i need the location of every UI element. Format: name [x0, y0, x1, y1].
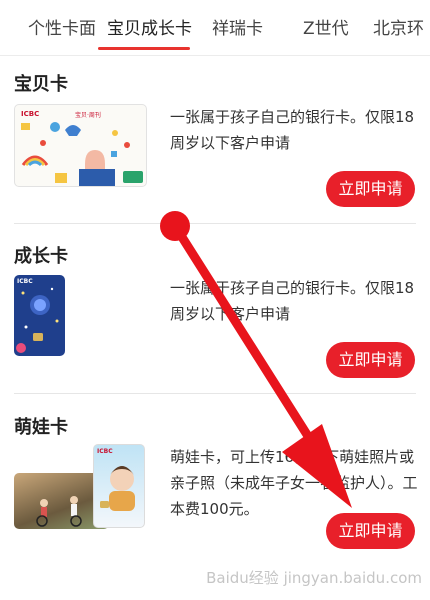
baby-card-description: 一张属于孩子自己的银行卡。仅限18周岁以下客户申请 — [170, 108, 415, 152]
tab-gen-z[interactable]: Z世代 — [303, 14, 349, 39]
baby-card-artwork — [21, 122, 143, 186]
section-title: 宝贝卡 — [14, 74, 68, 95]
apply-button[interactable]: 立即申请 — [326, 342, 415, 378]
growth-card-description: 一张属于孩子自己的银行卡。仅限18周岁以下客户申请 — [170, 279, 415, 323]
section-divider — [14, 393, 416, 394]
card-style-tabbar: 个性卡面 宝贝成长卡 祥瑞卡 Z世代 北京环 — [0, 0, 430, 56]
section-title: 萌娃卡 — [14, 417, 68, 438]
baby-card-image[interactable]: ICBC 宝贝·周刊 — [14, 104, 147, 187]
growth-card-artwork — [16, 287, 59, 353]
tab-auspicious-card[interactable]: 祥瑞卡 — [212, 14, 263, 39]
active-tab-indicator — [98, 47, 190, 50]
tab-beijing[interactable]: 北京环 — [373, 14, 424, 39]
watermark: Baidu经验 jingyan.baidu.com — [206, 569, 422, 587]
apply-button[interactable]: 立即申请 — [326, 171, 415, 207]
apply-button[interactable]: 立即申请 — [326, 513, 415, 549]
cute-kid-card-artwork — [100, 466, 135, 511]
growth-card-image[interactable]: ICBC — [14, 275, 65, 356]
section-title: 成长卡 — [14, 246, 68, 267]
section-divider — [14, 223, 416, 224]
tab-baby-growth-card[interactable]: 宝贝成长卡 — [107, 14, 192, 39]
cute-kid-card-image[interactable]: ICBC — [93, 444, 145, 528]
cute-kid-card-description: 萌娃卡，可上传16岁以下萌娃照片或亲子照（未成年子女一名监护人）。工本费100元… — [170, 448, 418, 518]
tab-personal-card[interactable]: 个性卡面 — [28, 14, 96, 39]
